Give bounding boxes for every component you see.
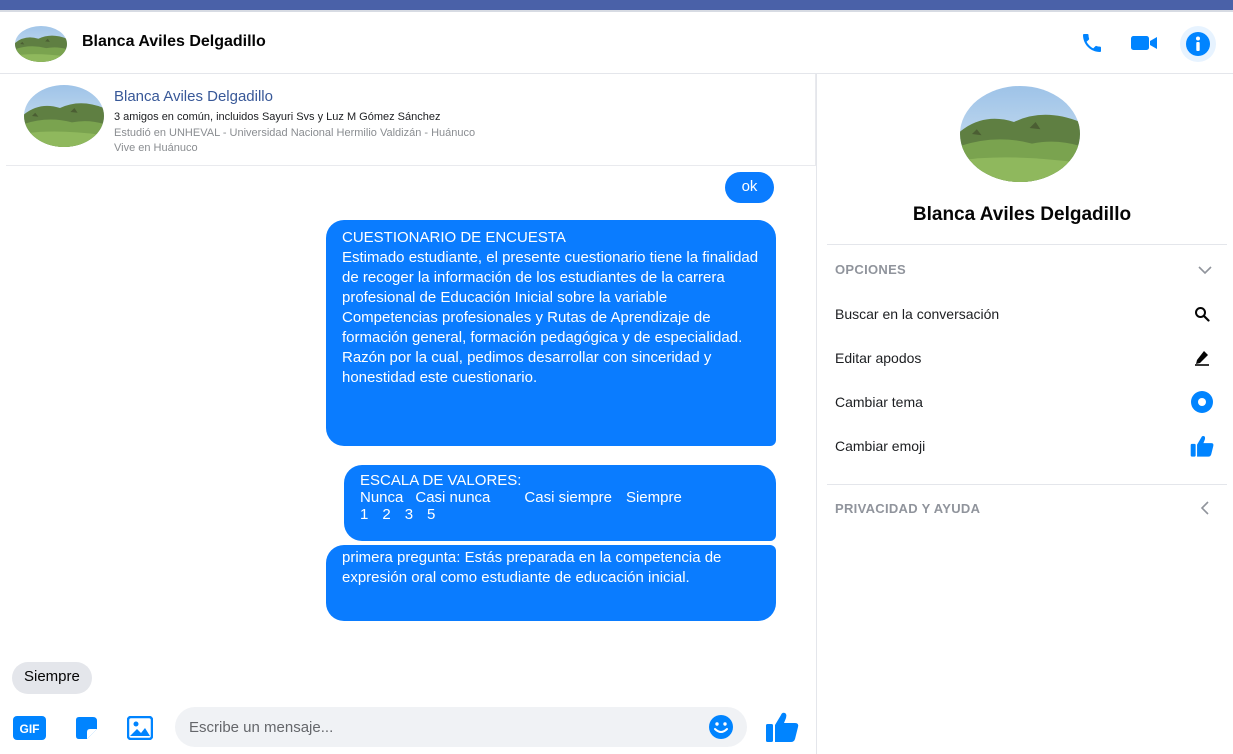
like-icon [1189,433,1215,459]
scale-label: Siempre [625,489,682,506]
lives-in-text: Vive en Huánuco [114,142,198,154]
theme-icon [1189,389,1215,415]
scale-label: Casi nunca [415,489,491,506]
message-bubble-questionnaire[interactable]: CUESTIONARIO DE ENCUESTA Estimado estudi… [326,220,776,446]
chevron-down-icon[interactable] [1197,262,1213,278]
questionnaire-title: CUESTIONARIO DE ENCUESTA [342,229,566,246]
like-icon[interactable] [764,710,800,744]
phone-icon[interactable] [1077,28,1107,58]
header-contact-name[interactable]: Blanca Aviles Delgadillo [82,33,266,51]
questionnaire-body: Estimado estudiante, el presente cuestio… [342,249,759,386]
conversation-details-pane: Blanca Aviles Delgadillo OPCIONES Buscar… [816,74,1233,754]
scale-label: Nunca [360,489,404,506]
gif-label: GIF [20,722,40,736]
option-change-emoji[interactable]: Cambiar emoji [835,431,1215,461]
scale-value: 2 [382,506,391,523]
video-camera-icon[interactable] [1129,28,1159,58]
sticker-icon[interactable] [71,715,101,741]
privacy-heading[interactable]: PRIVACIDAD Y AYUDA [835,501,980,516]
message-bubble-ok[interactable]: ok [725,172,774,203]
option-label: Buscar en la conversación [835,306,1000,322]
window-top-bar [0,0,1233,10]
contact-profile-card: Blanca Aviles Delgadillo 3 amigos en com… [6,74,816,166]
profile-card-name[interactable]: Blanca Aviles Delgadillo [114,88,273,105]
divider [827,244,1227,245]
scale-title: ESCALA DE VALORES: [360,472,522,489]
photo-icon[interactable] [125,715,155,741]
scale-values-row: 1 2 3 5 [360,506,760,523]
scale-value: 1 [360,506,369,523]
option-label: Cambiar tema [835,394,923,410]
scale-label: Casi siempre [524,489,612,506]
message-bubble-question-1[interactable]: primera pregunta: Estás preparada en la … [326,545,776,621]
profile-card-avatar[interactable] [24,85,104,147]
chevron-left-icon[interactable] [1197,500,1213,516]
header-avatar[interactable] [15,26,67,62]
conversation-header: Blanca Aviles Delgadillo [0,12,1233,74]
message-bubble-scale[interactable]: ESCALA DE VALORES: Nunca Casi nunca Casi… [344,465,776,541]
info-icon[interactable] [1180,26,1216,62]
scale-value: 3 [404,506,414,523]
option-edit-nicknames[interactable]: Editar apodos [835,343,1215,373]
mutual-friends-text: 3 amigos en común, incluidos Sayuri Svs … [114,111,441,123]
pencil-icon [1189,345,1215,371]
details-avatar[interactable] [960,86,1080,182]
option-change-theme[interactable]: Cambiar tema [835,387,1215,417]
options-heading[interactable]: OPCIONES [835,262,906,277]
message-input[interactable] [175,707,747,747]
emoji-icon[interactable] [708,714,734,740]
divider [827,484,1227,485]
scale-value: 5 [427,506,436,523]
scale-labels-row: Nunca Casi nunca Casi siempre Siempre [360,489,760,506]
conversation-panel: Blanca Aviles Delgadillo 3 amigos en com… [0,74,816,754]
gif-icon[interactable]: GIF [13,715,46,741]
search-icon [1189,301,1215,327]
message-bubble-reply[interactable]: Siempre [12,662,92,694]
option-label: Cambiar emoji [835,438,926,454]
details-contact-name[interactable]: Blanca Aviles Delgadillo [817,204,1227,226]
option-label: Editar apodos [835,350,922,366]
option-search-conversation[interactable]: Buscar en la conversación [835,299,1215,329]
education-text: Estudió en UNHEVAL - Universidad Naciona… [114,127,476,139]
message-composer: GIF [0,704,816,754]
